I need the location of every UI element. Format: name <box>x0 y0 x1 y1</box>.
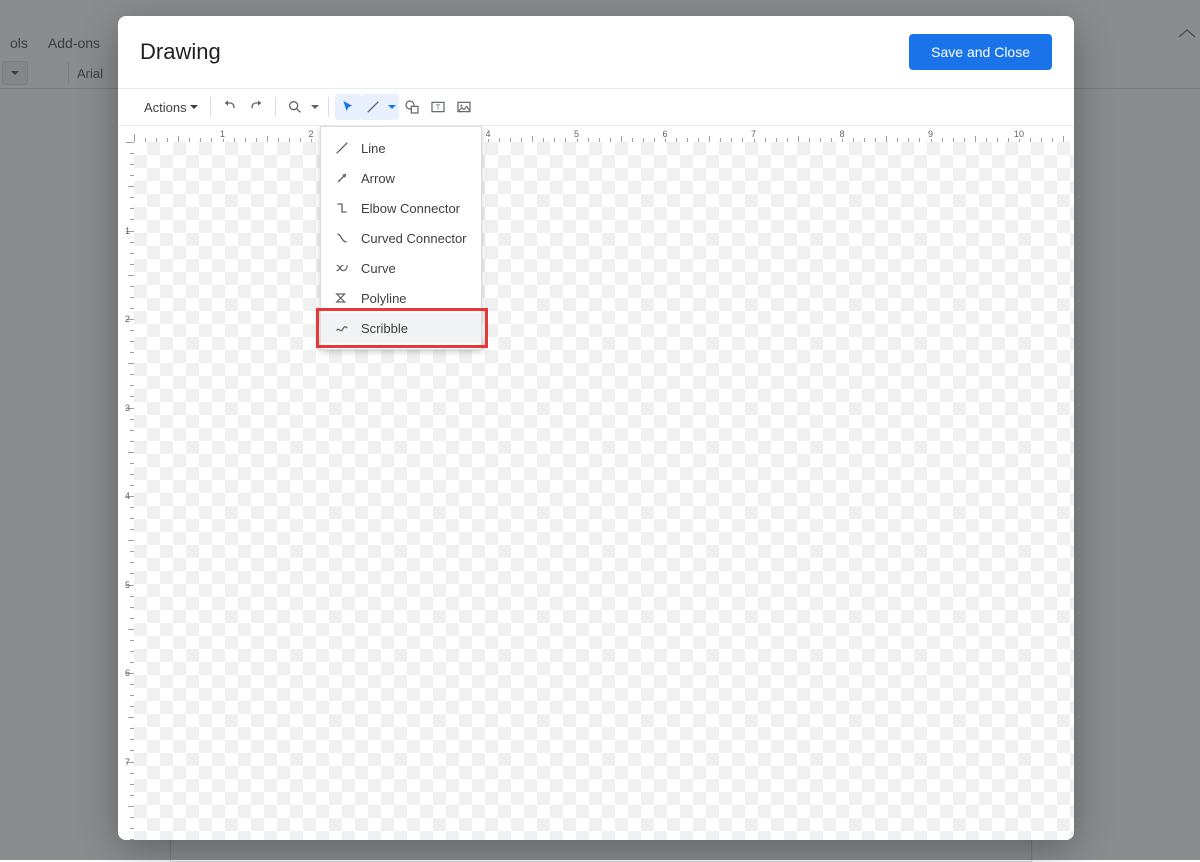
drawing-canvas-area: 1 2 3 4 5 6 7 8 9 10 1 2 3 4 5 6 7 Line Arrow Elbow Con… <box>118 126 1074 840</box>
menu-item-label: Line <box>361 141 386 156</box>
chevron-down-icon <box>311 105 319 109</box>
line-menu-curved-connector[interactable]: Curved Connector <box>321 223 481 253</box>
ruler-number: 4 <box>125 491 130 501</box>
ruler-number: 9 <box>927 129 934 139</box>
ruler-number: 1 <box>219 129 226 139</box>
menu-item-label: Arrow <box>361 171 395 186</box>
line-menu-elbow-connector[interactable]: Elbow Connector <box>321 193 481 223</box>
drawing-canvas[interactable] <box>134 142 1074 840</box>
ruler-number: 3 <box>125 403 130 413</box>
menu-item-label: Curved Connector <box>361 231 467 246</box>
shape-icon <box>404 99 420 115</box>
line-tool-button[interactable] <box>361 94 385 120</box>
line-menu-polyline[interactable]: Polyline <box>321 283 481 313</box>
ruler-number: 5 <box>573 129 580 139</box>
menu-item-label: Scribble <box>361 321 408 336</box>
zoom-button[interactable] <box>282 94 308 120</box>
line-icon <box>365 99 381 115</box>
actions-label: Actions <box>144 100 187 115</box>
svg-text:T: T <box>435 103 440 112</box>
line-tool-dropdown-button[interactable] <box>385 94 399 120</box>
cursor-icon <box>340 99 356 115</box>
line-menu-arrow[interactable]: Arrow <box>321 163 481 193</box>
ruler-number: 7 <box>750 129 757 139</box>
image-tool-button[interactable] <box>451 94 477 120</box>
elbow-connector-icon <box>333 199 351 217</box>
zoom-control[interactable] <box>282 94 322 120</box>
save-and-close-button[interactable]: Save and Close <box>909 34 1052 70</box>
ruler-corner <box>118 126 135 143</box>
menu-item-label: Elbow Connector <box>361 201 460 216</box>
drawing-toolbar: Actions T <box>118 89 1074 126</box>
ruler-number: 6 <box>661 129 668 139</box>
horizontal-ruler: 12345678910 <box>134 126 1074 143</box>
dialog-title: Drawing <box>140 39 221 65</box>
line-menu-scribble[interactable]: Scribble <box>321 313 481 343</box>
redo-button[interactable] <box>243 94 269 120</box>
textbox-icon: T <box>430 99 446 115</box>
image-icon <box>456 99 472 115</box>
vertical-ruler: 1 2 3 4 5 6 7 <box>118 142 135 840</box>
curved-connector-icon <box>333 229 351 247</box>
toolbar-separator <box>210 97 211 117</box>
undo-icon <box>222 99 238 115</box>
toolbar-separator <box>275 97 276 117</box>
undo-button[interactable] <box>217 94 243 120</box>
line-dropdown-menu: Line Arrow Elbow Connector Curved Connec… <box>320 126 482 350</box>
line-icon <box>333 139 351 157</box>
scribble-icon <box>333 319 351 337</box>
chevron-down-icon <box>190 105 198 109</box>
menu-item-label: Curve <box>361 261 396 276</box>
polyline-icon <box>333 289 351 307</box>
ruler-number: 10 <box>1013 129 1025 139</box>
zoom-icon <box>287 99 303 115</box>
ruler-number: 8 <box>838 129 845 139</box>
toolbar-separator <box>328 97 329 117</box>
drawing-dialog: Drawing Save and Close Actions <box>118 16 1074 840</box>
ruler-number: 2 <box>125 314 130 324</box>
dialog-header: Drawing Save and Close <box>118 16 1074 89</box>
curve-icon <box>333 259 351 277</box>
arrow-icon <box>333 169 351 187</box>
line-tool-split-button[interactable] <box>361 94 399 120</box>
line-menu-curve[interactable]: Curve <box>321 253 481 283</box>
menu-item-label: Polyline <box>361 291 407 306</box>
ruler-number: 7 <box>125 757 130 767</box>
actions-menu-button[interactable]: Actions <box>138 94 204 120</box>
line-menu-line[interactable]: Line <box>321 133 481 163</box>
ruler-number: 4 <box>484 129 491 139</box>
select-tool-button[interactable] <box>335 94 361 120</box>
ruler-number: 1 <box>125 226 130 236</box>
chevron-down-icon <box>388 105 396 109</box>
ruler-number: 2 <box>307 129 314 139</box>
zoom-dropdown-button[interactable] <box>308 94 322 120</box>
ruler-number: 5 <box>125 580 130 590</box>
redo-icon <box>248 99 264 115</box>
textbox-tool-button[interactable]: T <box>425 94 451 120</box>
ruler-number: 6 <box>125 668 130 678</box>
shape-tool-button[interactable] <box>399 94 425 120</box>
